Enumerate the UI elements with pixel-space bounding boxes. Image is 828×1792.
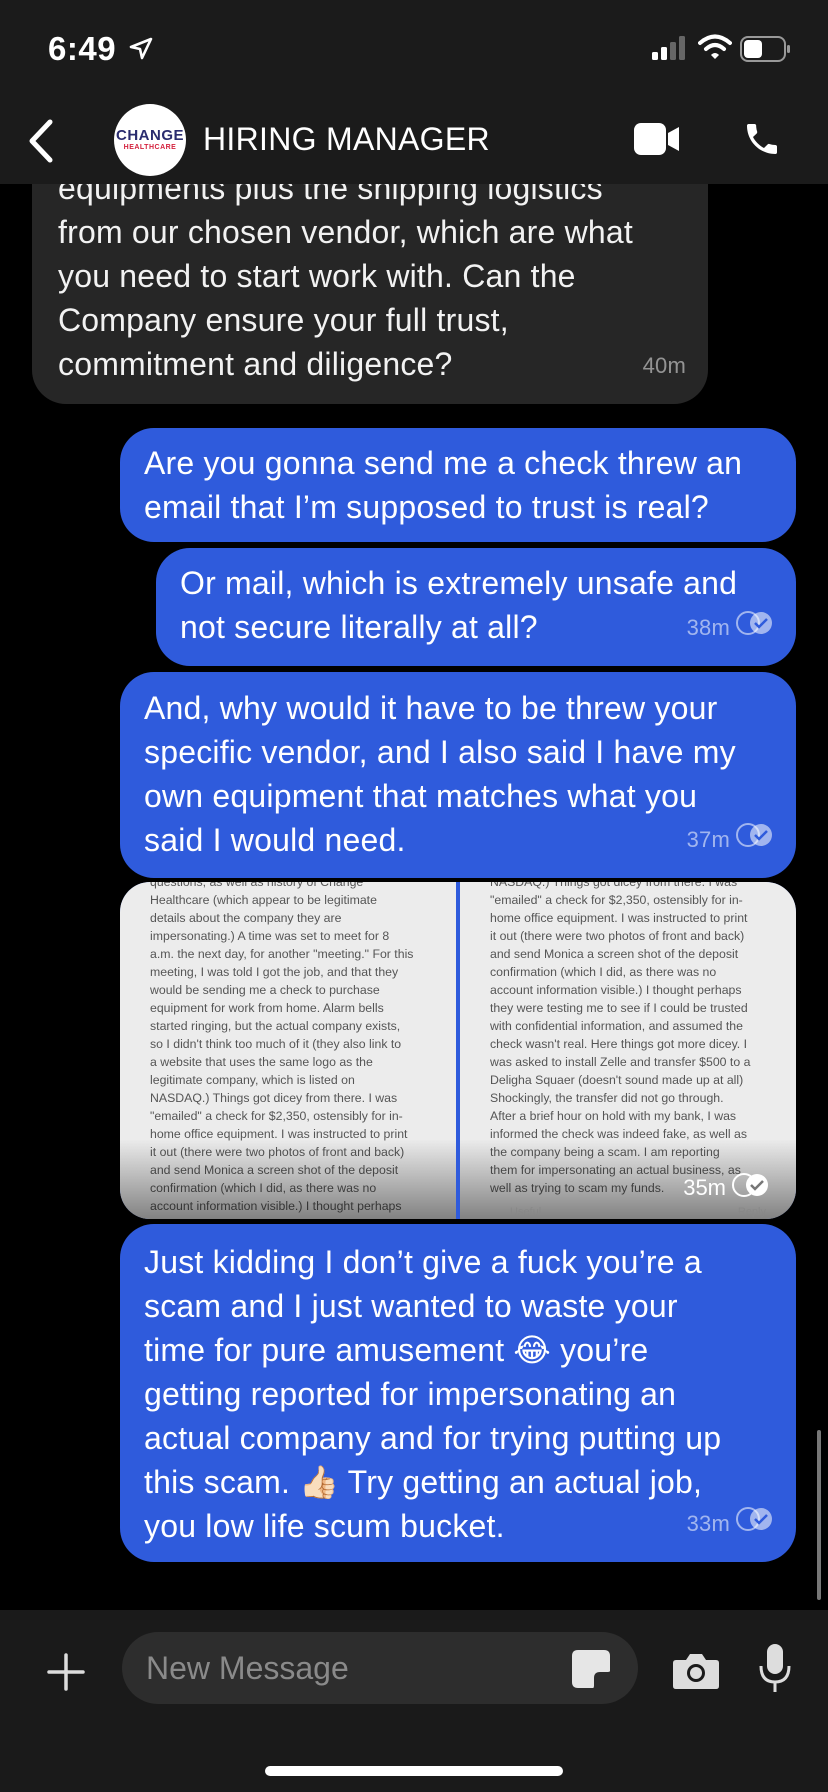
back-button[interactable] — [22, 118, 62, 164]
screenshot-text-line: legitimate company, which is listed on — [150, 1073, 355, 1087]
scroll-indicator[interactable] — [817, 1430, 821, 1600]
message-line: time for pure amusement 😂 you’re — [144, 1332, 649, 1368]
microphone-button[interactable] — [758, 1642, 792, 1699]
location-arrow-icon — [128, 36, 154, 67]
cellular-signal-icon — [652, 36, 688, 65]
screenshot-text-line: a.m. the next day, for another "meeting.… — [150, 947, 414, 961]
sticker-button[interactable] — [570, 1648, 612, 1695]
timestamp-text: 33m — [686, 1511, 730, 1536]
battery-icon — [740, 36, 792, 67]
timestamp-text: 37m — [686, 827, 730, 852]
message-timestamp: 33m — [687, 1502, 774, 1546]
screenshot-text-line: they were testing me to see if I could b… — [490, 1001, 748, 1015]
message-line: you low life scum bucket. — [144, 1508, 505, 1544]
screenshot-text-line: Shockingly, the transfer did not go thro… — [490, 1091, 724, 1105]
screenshot-text-line: and send Monica a screen shot of the dep… — [490, 947, 739, 961]
wifi-icon — [698, 34, 732, 65]
message-timestamp: 35m — [683, 1173, 770, 1203]
image-attachment-message[interactable]: questions, as well as history of Change H… — [120, 882, 796, 1219]
message-line: said I would need. — [144, 822, 406, 858]
message-timestamp: 38m — [687, 606, 774, 650]
screenshot-text-line: check wasn't real. Here things got more … — [490, 1037, 748, 1051]
avatar-logo-line2: HEALTHCARE — [123, 144, 177, 151]
contact-avatar[interactable]: CHANGE HEALTHCARE — [114, 104, 186, 176]
message-timestamp: 40m — [643, 344, 686, 388]
seen-check-icon — [736, 1502, 774, 1546]
message-line: Are you gonna send me a check threw an — [144, 445, 743, 481]
message-line: Or mail, which is extremely unsafe and — [180, 565, 738, 601]
screenshot-text-line: "emailed" a check for $2,350, ostensibly… — [490, 893, 743, 907]
timestamp-text: 38m — [686, 615, 730, 640]
messenger-chat-screen: 6:49 CHANGE HEALTHCARE HIRING MANAGER eq… — [0, 0, 828, 1792]
screenshot-text-line: started ringing, but the actual company … — [150, 1019, 401, 1033]
add-attachment-button[interactable] — [46, 1652, 86, 1697]
contact-name[interactable]: HIRING MANAGER — [203, 121, 490, 158]
message-line: commitment and diligence? — [58, 346, 453, 382]
screenshot-text-line: equipment for work from home. Alarm bell… — [150, 1001, 384, 1015]
message-line: from our chosen vendor, which are what — [58, 214, 634, 250]
camera-button[interactable] — [672, 1650, 720, 1695]
status-time: 6:49 — [48, 30, 117, 67]
screenshot-text-line: Deligha Squaer (doesn't sound made up at… — [490, 1073, 744, 1087]
review-screenshot-left[interactable]: questions, as well as history of Change H… — [120, 882, 456, 1219]
timestamp-text: 35m — [683, 1175, 726, 1200]
message-line: scam and I just wanted to waste your — [144, 1288, 678, 1324]
review-screenshot-right[interactable]: NASDAQ.) Things got dicey from there. I … — [460, 882, 796, 1219]
message-timestamp: 37m — [687, 818, 774, 862]
useful-label: Useful — [510, 1206, 542, 1218]
reply-label: Reply — [737, 1206, 766, 1218]
screenshot-text-line: Healthcare (which appear to be legitimat… — [150, 893, 377, 907]
screenshot-text-line: "emailed" a check for $2,350, ostensibly… — [150, 1109, 403, 1123]
voice-call-button[interactable] — [742, 119, 782, 164]
message-line: specific vendor, and I also said I have … — [144, 734, 736, 770]
message-line: getting reported for impersonating an — [144, 1376, 677, 1412]
screenshot-text-line: confirmation (which I did, as there was … — [490, 965, 717, 979]
chat-header: 6:49 CHANGE HEALTHCARE HIRING MANAGER — [0, 0, 828, 184]
screenshot-text-line: with confidential information, and assum… — [490, 1019, 743, 1033]
screenshot-text-line: questions, as well as history of Change — [150, 882, 364, 889]
outgoing-message[interactable]: Or mail, which is extremely unsafe and n… — [156, 548, 796, 666]
screenshot-text-line: NASDAQ.) Things got dicey from there. I … — [150, 1091, 398, 1105]
seen-check-icon — [736, 606, 774, 650]
image-divider — [456, 882, 460, 1219]
home-indicator[interactable] — [265, 1766, 563, 1776]
screenshot-text-line: meeting, I was told I got the job, and t… — [150, 965, 399, 979]
message-line: own equipment that matches what you — [144, 778, 698, 814]
video-call-button[interactable] — [634, 123, 680, 160]
screenshot-text-line: would be sending me a check to purchase — [150, 983, 380, 997]
screenshot-footer: Useful Reply — [510, 1203, 766, 1219]
screenshot-text-line: was asked to install Zelle and transfer … — [490, 1055, 751, 1069]
message-line: you need to start work with. Can the — [58, 258, 576, 294]
screenshot-text-line: details about the company they are — [150, 911, 342, 925]
seen-check-icon — [732, 1173, 770, 1203]
seen-check-icon — [736, 818, 774, 862]
message-line: And, why would it have to be threw your — [144, 690, 718, 726]
screenshot-text-line: home office equipment. I was instructed … — [490, 911, 748, 925]
screenshot-text-line: NASDAQ.) Things got dicey from there. I … — [490, 882, 738, 889]
outgoing-message[interactable]: Just kidding I don’t give a fuck you’re … — [120, 1224, 796, 1562]
screenshot-text-line: it out (there were two photos of front a… — [490, 929, 745, 943]
message-line: email that I’m supposed to trust is real… — [144, 489, 709, 525]
avatar-logo-line1: CHANGE — [115, 127, 184, 144]
message-composer-bar — [0, 1610, 828, 1792]
message-line: not secure literally at all? — [180, 609, 538, 645]
outgoing-message[interactable]: And, why would it have to be threw your … — [120, 672, 796, 878]
message-line: Just kidding I don’t give a fuck you’re … — [144, 1244, 702, 1280]
message-line: actual company and for trying putting up — [144, 1420, 722, 1456]
screenshot-text-line: account information visible.) I thought … — [490, 983, 742, 997]
message-line: Company ensure your full trust, — [58, 302, 509, 338]
timestamp-text: 40m — [642, 353, 686, 378]
message-line: this scam. 👍🏻 Try getting an actual job, — [144, 1464, 703, 1500]
screenshot-text-line: so I didn't think too much of it (they a… — [150, 1037, 402, 1051]
outgoing-message[interactable]: Are you gonna send me a check threw an e… — [120, 428, 796, 542]
screenshot-text-line: After a brief hour on hold with my bank,… — [490, 1109, 737, 1123]
image-shade — [120, 1139, 456, 1219]
screenshot-text-line: impersonating.) A time was set to meet f… — [150, 929, 390, 943]
message-input[interactable] — [122, 1632, 638, 1704]
screenshot-text-line: a website that uses the same logo as the — [150, 1055, 373, 1069]
